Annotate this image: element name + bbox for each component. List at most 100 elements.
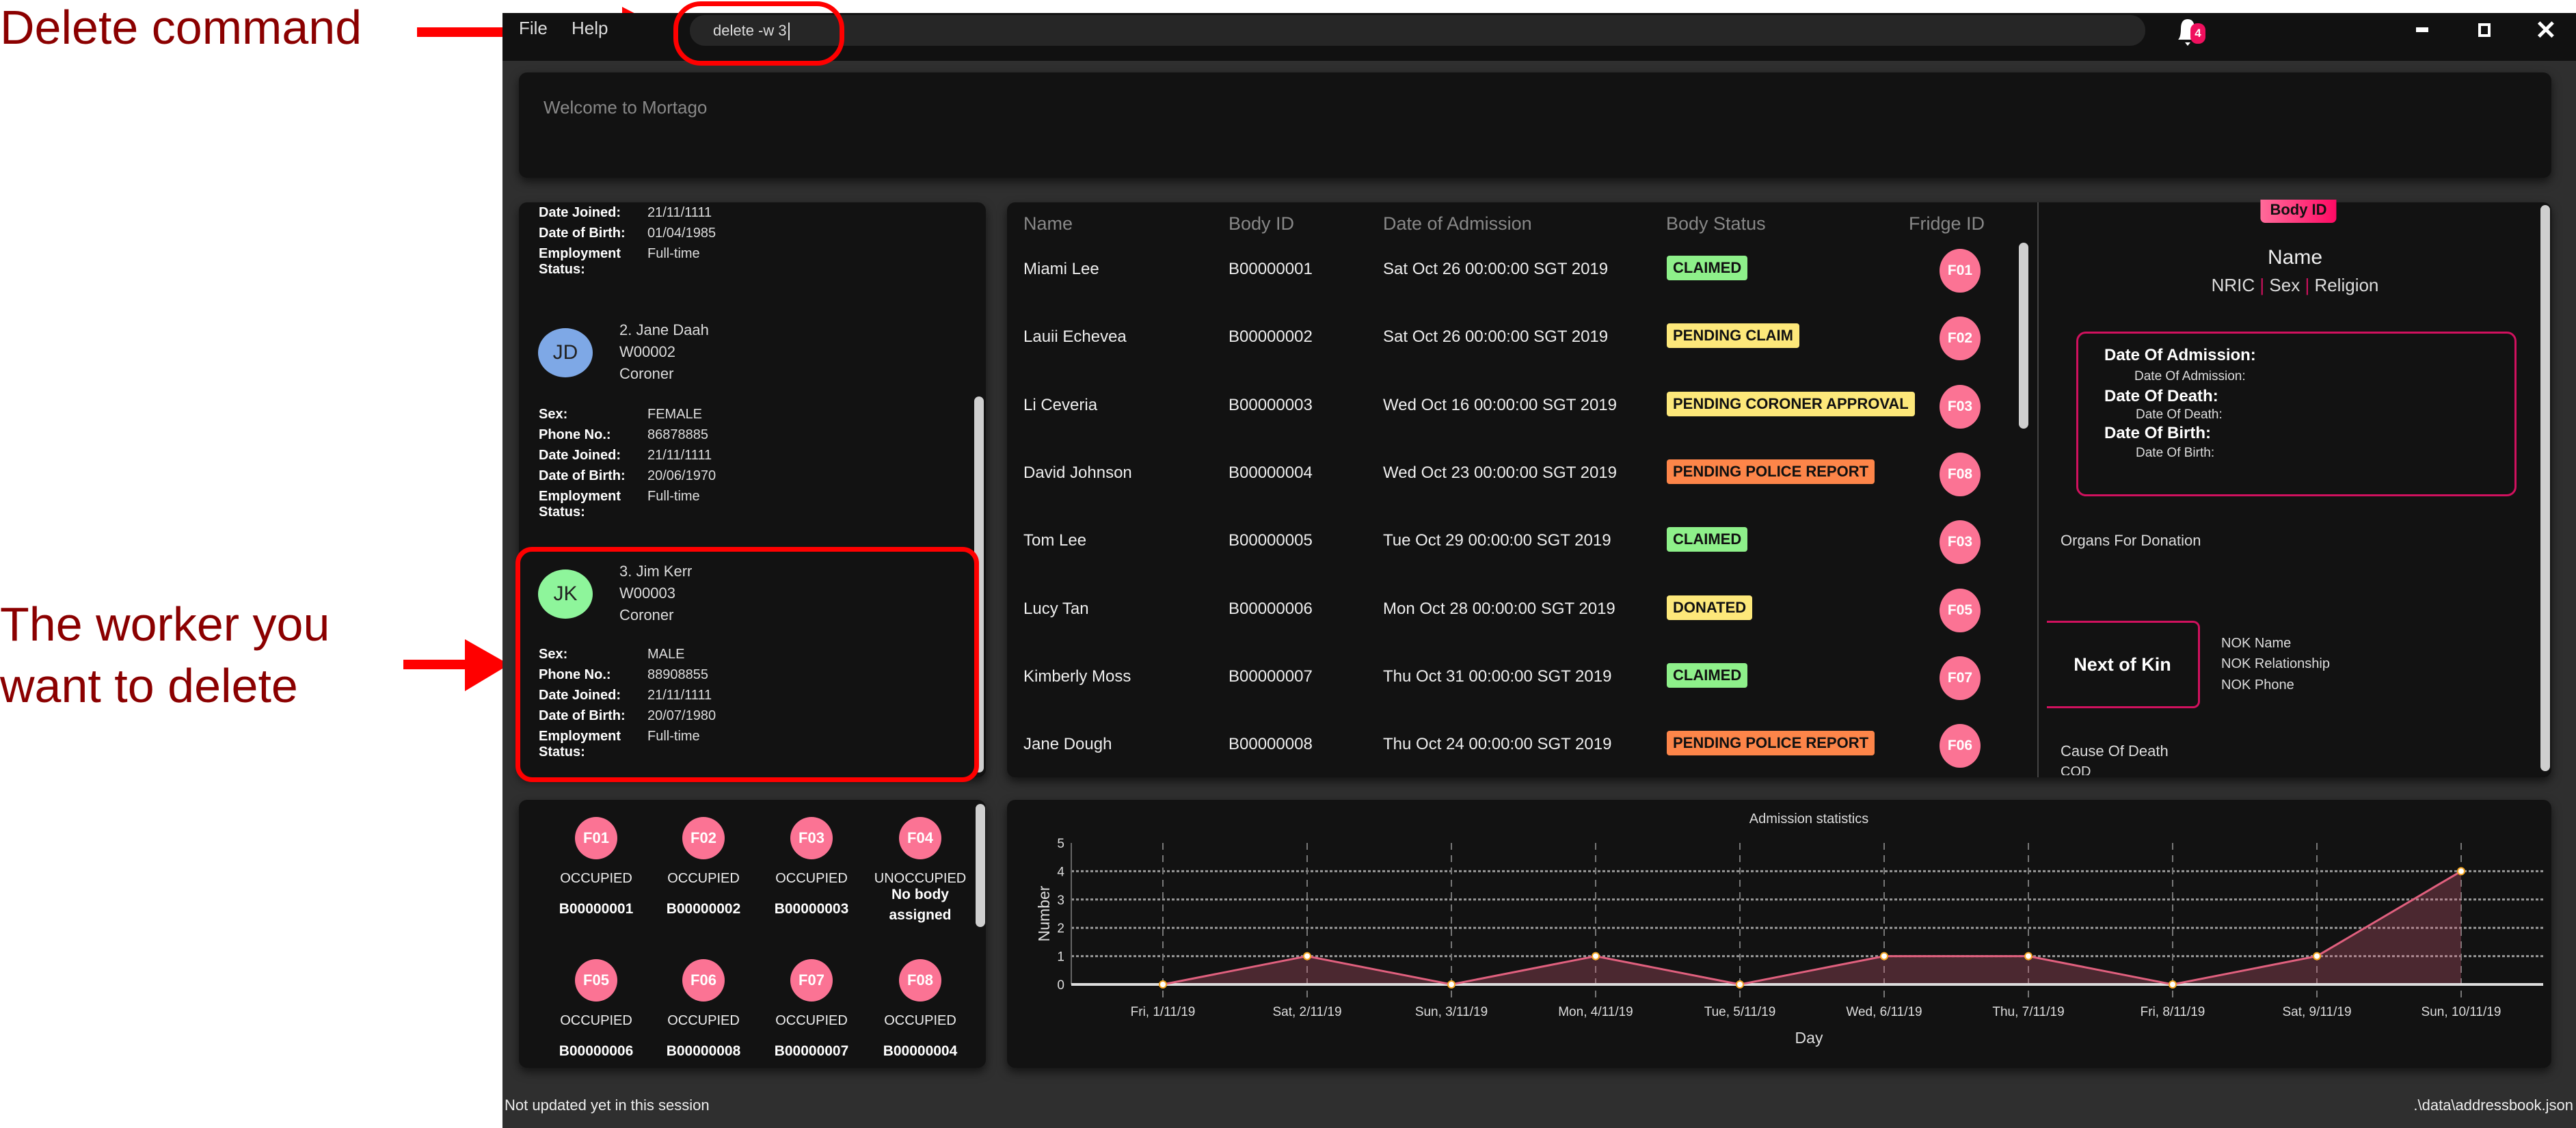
data-point	[2313, 952, 2321, 961]
command-box[interactable]: delete -w 3	[690, 15, 2145, 46]
body-fridge-badge: F08	[1940, 452, 1981, 496]
body-admission-date: Tue Oct 29 00:00:00 SGT 2019	[1383, 531, 1611, 550]
data-point	[2024, 952, 2032, 961]
fridge-body-id: B00000008	[666, 1043, 741, 1059]
body-admission-date: Wed Oct 23 00:00:00 SGT 2019	[1383, 463, 1617, 482]
y-axis-label: Number	[1035, 885, 1053, 941]
worker-label-joined: Date Joined:	[539, 448, 621, 463]
body-name: Li Ceveria	[1023, 395, 1098, 414]
body-status-badge: CLAIMED	[1667, 256, 1748, 280]
detail-scrollbar[interactable]	[2540, 205, 2550, 771]
worker-label-employment: Employment	[539, 489, 621, 504]
body-admission-date: Thu Oct 24 00:00:00 SGT 2019	[1383, 735, 1612, 754]
header-date[interactable]: Date of Admission	[1383, 213, 1532, 234]
x-tick-label: Fri, 8/11/19	[2141, 1005, 2205, 1019]
header-name[interactable]: Name	[1023, 213, 1073, 234]
x-axis-label: Day	[1795, 1029, 1823, 1047]
body-id: B00000005	[1229, 531, 1313, 550]
data-point	[1592, 952, 1600, 961]
series-area	[1163, 871, 2461, 984]
admission-label: Date Of Admission:	[2104, 346, 2256, 364]
fridge-icon[interactable]: F02	[682, 817, 725, 859]
menu-help[interactable]: Help	[572, 18, 608, 39]
header-body-id[interactable]: Body ID	[1229, 213, 1294, 234]
body-id-badge: Body ID	[2260, 200, 2337, 223]
fridge-icon[interactable]: F05	[575, 959, 617, 1002]
fridge-status: OCCUPIED	[884, 1013, 956, 1028]
body-id: B00000006	[1229, 599, 1313, 618]
body-admission-date: Mon Oct 28 00:00:00 SGT 2019	[1383, 599, 1615, 618]
fridge-icon[interactable]: F08	[899, 959, 941, 1002]
x-tick-label: Tue, 5/11/19	[1704, 1005, 1776, 1019]
nok-relationship: NOK Relationship	[2221, 656, 2330, 671]
fridge-icon[interactable]: F07	[790, 959, 833, 1002]
y-tick-label: 3	[1057, 894, 1064, 908]
next-of-kin-title: Next of Kin	[2047, 621, 2200, 708]
fridge-body-id: B00000001	[559, 901, 634, 917]
body-status-badge: DONATED	[1667, 595, 1753, 620]
fridge-status: OCCUPIED	[775, 1013, 848, 1028]
body-id: B00000004	[1229, 463, 1313, 482]
fridge-icon[interactable]: F04	[899, 817, 941, 859]
x-tick-label: Fri, 1/11/19	[1131, 1005, 1196, 1019]
result-text: Welcome to Mortago	[544, 97, 708, 118]
body-fridge-badge: F06	[1940, 724, 1981, 768]
fridge-icon[interactable]: F03	[790, 817, 833, 859]
fridge-status: OCCUPIED	[560, 871, 632, 886]
data-point	[1736, 980, 1744, 989]
y-tick-label: 5	[1057, 837, 1064, 851]
close-icon[interactable]: ✕	[2535, 15, 2557, 46]
fridge-icon[interactable]: F06	[682, 959, 725, 1002]
worker-label-dob: Date of Birth:	[539, 226, 626, 241]
annotation-worker-line2: want to delete	[0, 659, 298, 712]
worker-avatar: JD	[538, 328, 593, 377]
maximize-icon[interactable]	[2478, 23, 2491, 37]
body-table-scrollbar[interactable]	[2019, 243, 2028, 429]
annotation-arrow-icon	[403, 639, 509, 691]
body-name: Lucy Tan	[1023, 599, 1089, 618]
fridge-body-id: B00000002	[666, 901, 741, 917]
fridge-body-id: B00000003	[774, 901, 849, 917]
body-status-badge: PENDING CLAIM	[1667, 323, 1799, 349]
notification-button[interactable]: 4	[2174, 15, 2205, 48]
dates-box: Date Of Admission: Date Of Admission: Da…	[2076, 332, 2517, 496]
body-name: Kimberly Moss	[1023, 667, 1131, 686]
detail-name: Name	[2267, 246, 2323, 269]
separator: |	[2305, 275, 2310, 295]
divider	[2037, 202, 2039, 777]
body-id: B00000002	[1229, 327, 1313, 347]
data-point	[2169, 980, 2177, 989]
body-name: Tom Lee	[1023, 531, 1087, 550]
death-value: Date Of Death:	[2136, 407, 2223, 422]
annotation-delete-command: Delete command	[0, 1, 362, 54]
worker-value-joined: 21/11/1111	[647, 448, 712, 463]
fridge-icon[interactable]: F01	[575, 817, 617, 859]
annotation-highlight-command	[673, 1, 844, 66]
worker-value-sex: FEMALE	[647, 407, 703, 422]
fridge-body-id: B00000007	[774, 1043, 849, 1059]
menu-file[interactable]: File	[519, 18, 548, 39]
separator: |	[2259, 275, 2265, 295]
chart-title: Admission statistics	[1749, 811, 1869, 827]
fridge-scrollbar[interactable]	[976, 804, 985, 927]
data-point	[1159, 980, 1167, 989]
result-display: Welcome to Mortago	[519, 72, 2551, 178]
organs-for-donation: Organs For Donation	[2061, 532, 2201, 549]
fridge-status: OCCUPIED	[667, 871, 740, 886]
y-tick-label: 1	[1057, 950, 1064, 965]
y-tick-label: 2	[1057, 922, 1064, 936]
worker-label-joined: Date Joined:	[539, 205, 621, 220]
header-fridge[interactable]: Fridge ID	[1909, 213, 1985, 234]
worker-value-phone: 86878885	[647, 427, 708, 442]
x-tick-label: Wed, 6/11/19	[1846, 1005, 1922, 1019]
body-id: B00000003	[1229, 395, 1313, 414]
minimize-icon[interactable]	[2416, 27, 2428, 32]
detail-religion: Religion	[2314, 275, 2379, 295]
fridge-body-id: No body assigned	[889, 887, 952, 923]
x-tick-label: Sun, 10/11/19	[2421, 1005, 2501, 1019]
fridge-body-id: B00000004	[883, 1043, 958, 1059]
header-status[interactable]: Body Status	[1666, 213, 1766, 234]
annotation-highlight-worker	[515, 547, 979, 782]
body-fridge-badge: F03	[1940, 520, 1981, 565]
body-fridge-badge: F03	[1940, 384, 1981, 429]
